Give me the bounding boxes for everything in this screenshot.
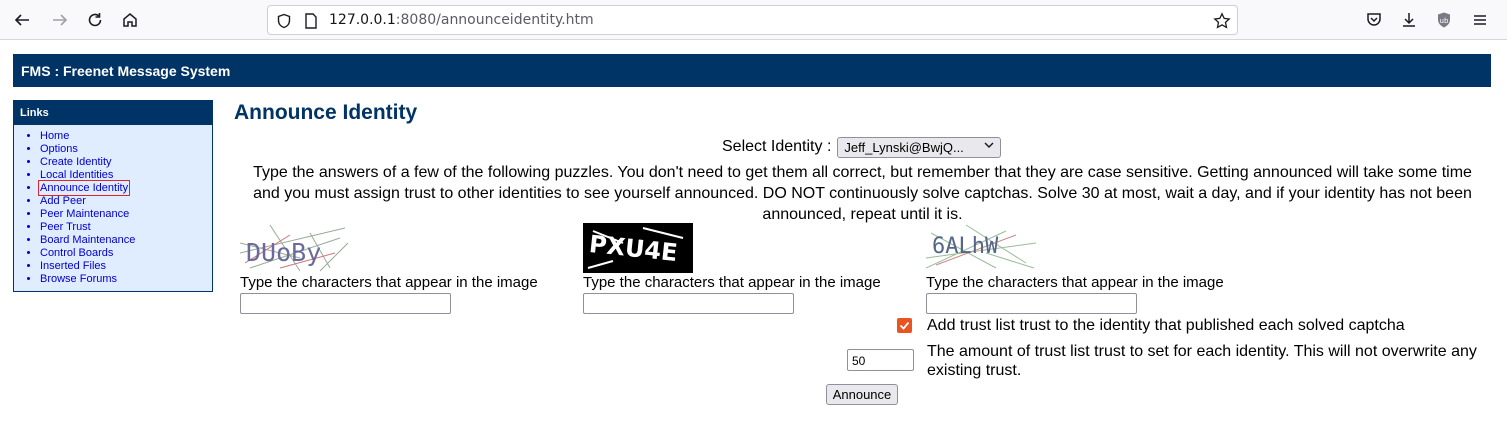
link-board-maintenance[interactable]: Board Maintenance	[40, 234, 212, 247]
captcha-input[interactable]	[926, 293, 1137, 314]
captcha-label: Type the characters that appear in the i…	[583, 274, 881, 291]
url-text[interactable]: 127.0.0.1:8080/announceidentity.htm	[329, 12, 594, 28]
select-identity-label: Select Identity :	[722, 138, 832, 155]
link-local-identities[interactable]: Local Identities	[40, 169, 212, 182]
pocket-icon[interactable]	[1362, 8, 1386, 32]
link-home[interactable]: Home	[40, 130, 212, 143]
select-identity-row: Select Identity : Jeff_Lynski@BwjQ...	[722, 136, 1002, 158]
captcha-item: 6ALhW Type the characters that appear in…	[926, 223, 1246, 314]
page-title: Announce Identity	[234, 101, 418, 124]
trust-checkbox-row: Add trust list trust to the identity tha…	[897, 317, 1405, 334]
ublock-icon[interactable]: ub	[1432, 8, 1456, 32]
captcha-label: Type the characters that appear in the i…	[926, 274, 1224, 291]
link-peer-trust[interactable]: Peer Trust	[40, 221, 212, 234]
trust-amount-input[interactable]: 50	[847, 349, 914, 371]
svg-text:ub: ub	[1440, 17, 1449, 25]
app-header: FMS : Freenet Message System	[13, 54, 1491, 87]
identity-select-value: Jeff_Lynski@BwjQ...	[844, 139, 964, 155]
trust-checkbox-label: Add trust list trust to the identity tha…	[927, 317, 1405, 334]
browser-toolbar: 127.0.0.1:8080/announceidentity.htm ub	[0, 0, 1507, 40]
announce-button[interactable]: Announce	[826, 384, 898, 405]
captcha-item: PXU4E Type the characters that appear in…	[583, 223, 903, 314]
captcha-item: DUoBy Type the characters that appear in…	[240, 223, 560, 314]
captcha-input[interactable]	[583, 293, 794, 314]
identity-select[interactable]: Jeff_Lynski@BwjQ...	[837, 136, 1002, 158]
link-inserted-files[interactable]: Inserted Files	[40, 260, 212, 273]
captcha-text: DUoBy	[246, 238, 321, 267]
shield-icon[interactable]	[275, 12, 293, 30]
link-peer-maintenance[interactable]: Peer Maintenance	[40, 208, 212, 221]
back-icon[interactable]	[10, 8, 34, 32]
trust-checkbox[interactable]	[897, 318, 912, 333]
captcha-label: Type the characters that appear in the i…	[240, 274, 538, 291]
link-create-identity[interactable]: Create Identity	[40, 156, 212, 169]
chevron-down-icon	[984, 140, 994, 153]
captcha-image: PXU4E	[583, 223, 693, 273]
link-announce-identity[interactable]: Announce Identity	[37, 180, 212, 196]
captcha-input[interactable]	[240, 293, 451, 314]
reload-icon[interactable]	[83, 8, 107, 32]
star-icon[interactable]	[1213, 12, 1231, 30]
captcha-image: DUoBy	[240, 223, 350, 273]
home-icon[interactable]	[118, 8, 142, 32]
captcha-image: 6ALhW	[926, 223, 1036, 273]
instructions-text: Type the answers of a few of the followi…	[253, 164, 1472, 223]
link-browse-forums[interactable]: Browse Forums	[40, 273, 212, 286]
captcha-text: 6ALhW	[932, 234, 999, 259]
menu-icon[interactable]	[1468, 8, 1492, 32]
link-control-boards[interactable]: Control Boards	[40, 247, 212, 260]
page-info-icon[interactable]	[302, 12, 320, 30]
links-sidebar: Links Home Options Create Identity Local…	[13, 100, 213, 292]
forward-icon[interactable]	[48, 8, 72, 32]
check-icon	[899, 321, 910, 330]
links-title: Links	[14, 101, 212, 125]
url-bar[interactable]: 127.0.0.1:8080/announceidentity.htm	[267, 5, 1238, 35]
link-options[interactable]: Options	[40, 143, 212, 156]
trust-amount-description: The amount of trust list trust to set fo…	[927, 343, 1477, 379]
link-add-peer[interactable]: Add Peer	[40, 195, 212, 208]
links-list: Home Options Create Identity Local Ident…	[14, 130, 212, 286]
download-icon[interactable]	[1397, 8, 1421, 32]
